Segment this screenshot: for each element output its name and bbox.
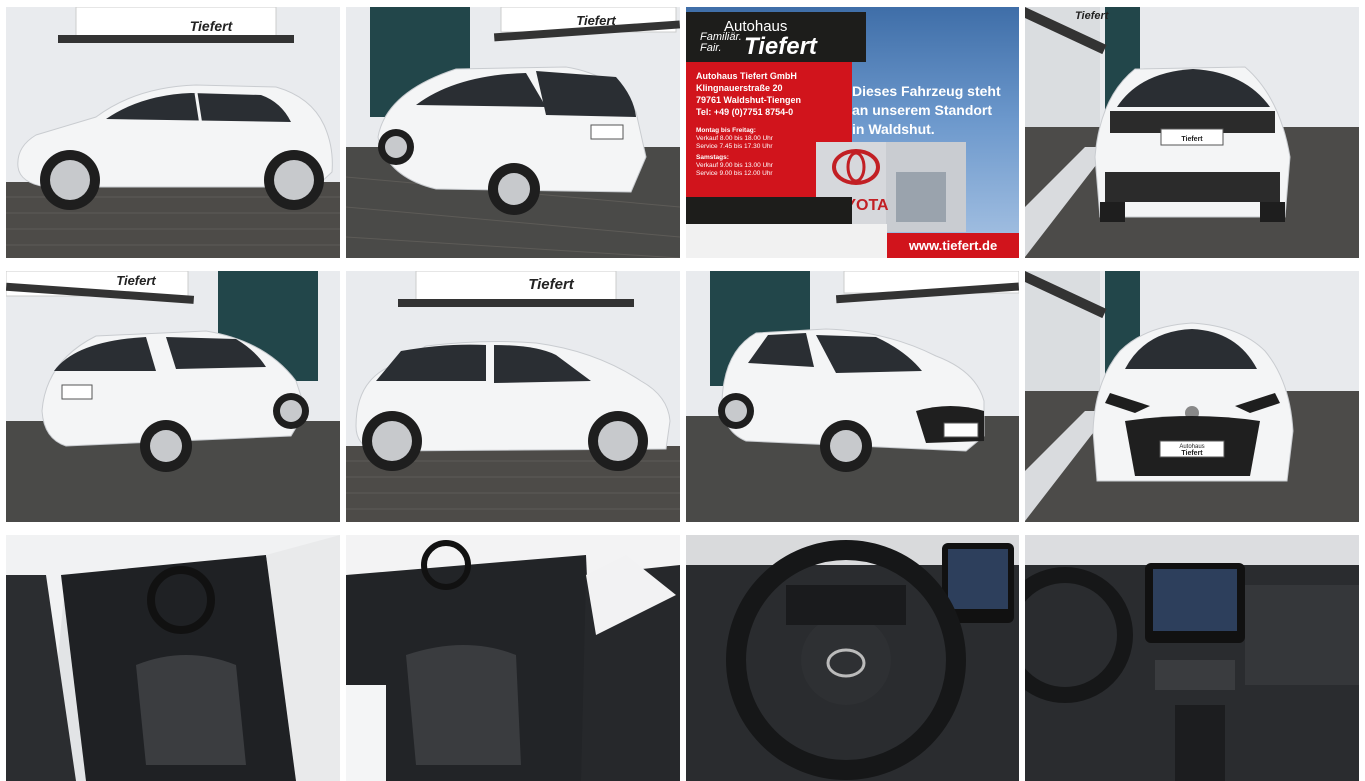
advert-company: Autohaus Tiefert GmbH bbox=[696, 71, 797, 81]
advert-address: Autohaus Tiefert GmbH Klingnauerstraße 2… bbox=[696, 70, 801, 118]
advert-header: Autohaus Familiär. Fair. Tiefert bbox=[686, 12, 866, 62]
sign-tiefert-text: Tiefert bbox=[528, 276, 575, 293]
advert-city: 79761 Waldshut-Tiengen bbox=[696, 95, 802, 105]
gallery-photo-interior-passenger[interactable] bbox=[346, 535, 680, 781]
advert-street: Klingnauerstraße 20 bbox=[696, 83, 783, 93]
gallery-photo-rear-quarter-2[interactable]: Tiefert bbox=[6, 271, 340, 522]
gallery-photo-rear-three-quarter[interactable]: Tiefert bbox=[346, 7, 680, 258]
gallery-photo-side-right[interactable]: Tiefert bbox=[346, 271, 680, 522]
advert-opening-hours: Montag bis Freitag: Verkauf 8.00 bis 18.… bbox=[696, 124, 773, 178]
car-rear-image: Tiefert Tiefert bbox=[1025, 7, 1359, 258]
advert-message-line: an unserem Standort bbox=[852, 102, 993, 118]
gallery-photo-steering-wheel[interactable] bbox=[686, 535, 1019, 781]
advert-phone: Tel: +49 (0)7751 8754-0 bbox=[696, 107, 794, 117]
advert-message-line: Dieses Fahrzeug steht bbox=[852, 83, 1001, 99]
license-plate-line2: Tiefert bbox=[1181, 450, 1203, 457]
gallery-photo-front[interactable]: Autohaus Tiefert bbox=[1025, 271, 1359, 522]
dashboard-image bbox=[1025, 535, 1359, 781]
advert-weekdays-title: Montag bis Freitag: bbox=[696, 127, 756, 134]
sign-tiefert-text: Tiefert bbox=[576, 13, 616, 28]
interior-passenger-door-image bbox=[346, 535, 680, 781]
license-plate-text: Tiefert bbox=[1181, 136, 1203, 143]
car-side-left-image: Tiefert bbox=[6, 7, 340, 258]
sign-tiefert-text: Tiefert bbox=[116, 273, 156, 288]
car-side-right-image: Tiefert bbox=[346, 271, 680, 522]
advert-message: Dieses Fahrzeug steht an unserem Standor… bbox=[852, 82, 1001, 139]
advert-weekdays-sales: Verkauf 8.00 bis 18.00 Uhr bbox=[696, 135, 773, 142]
car-front-quarter-image bbox=[686, 271, 1019, 522]
interior-driver-door-image bbox=[6, 535, 340, 781]
advert-saturday-service: Service 9.00 bis 12.00 Uhr bbox=[696, 170, 773, 177]
car-rear-quarter-image: Tiefert bbox=[346, 7, 680, 258]
advert-saturday-title: Samstags: bbox=[696, 154, 729, 161]
gallery-photo-dashboard[interactable] bbox=[1025, 535, 1359, 781]
dealer-advert-tile[interactable]: Autohaus Familiär. Fair. Tiefert Autohau… bbox=[686, 7, 1019, 258]
advert-saturday-sales: Verkauf 9.00 bis 13.00 Uhr bbox=[696, 162, 773, 169]
advert-slogan: Familiär. Fair. bbox=[700, 32, 742, 54]
steering-wheel-image bbox=[686, 535, 1019, 781]
car-front-image: Autohaus Tiefert bbox=[1025, 271, 1359, 522]
gallery-photo-side-left[interactable]: Tiefert bbox=[6, 7, 340, 258]
advert-fair: Fair. bbox=[700, 42, 722, 54]
sign-tiefert-text: Tiefert bbox=[190, 18, 234, 34]
gallery-photo-interior-driver[interactable] bbox=[6, 535, 340, 781]
advert-bottom-bar bbox=[686, 224, 887, 258]
advert-weekdays-service: Service 7.45 bis 17.30 Uhr bbox=[696, 143, 773, 150]
advert-brand-logos bbox=[686, 197, 852, 224]
advert-url[interactable]: www.tiefert.de bbox=[887, 233, 1019, 258]
car-rear-quarter-2-image: Tiefert bbox=[6, 271, 340, 522]
advert-tiefert: Tiefert bbox=[744, 33, 817, 60]
gallery-photo-rear[interactable]: Tiefert Tiefert bbox=[1025, 7, 1359, 258]
gallery-photo-front-quarter[interactable] bbox=[686, 271, 1019, 522]
sign-tiefert-text: Tiefert bbox=[1075, 10, 1110, 22]
